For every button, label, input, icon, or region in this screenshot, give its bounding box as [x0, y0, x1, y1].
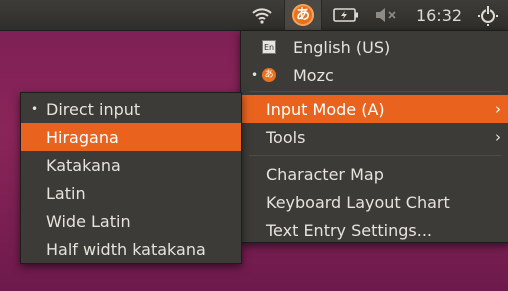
battery-icon — [333, 8, 358, 22]
wifi-indicator[interactable] — [250, 0, 274, 30]
volume-muted-icon — [376, 8, 396, 22]
menu-item-label: Input Mode (A) — [266, 99, 385, 119]
submenu-item-half-width-katakana[interactable]: Half width katakana — [21, 235, 241, 263]
menu-item-input-mode[interactable]: Input Mode (A) › — [241, 95, 508, 123]
submenu-item-hiragana[interactable]: Hiragana — [21, 123, 241, 151]
input-method-menu: En English (US) • あ Mozc Input Mode (A) … — [240, 30, 508, 243]
mozc-icon: あ — [262, 68, 276, 82]
menu-separator — [249, 155, 501, 156]
menu-item-keyboard-layout-chart[interactable]: Keyboard Layout Chart — [241, 188, 508, 216]
english-icon: En — [262, 40, 276, 54]
menu-item-label: Tools — [266, 127, 306, 147]
menu-item-label: Half width katakana — [46, 239, 206, 259]
chevron-right-icon: › — [495, 128, 501, 146]
input-method-indicator[interactable]: あ — [284, 0, 322, 30]
chevron-right-icon: › — [495, 100, 501, 118]
menu-item-text-entry-settings[interactable]: Text Entry Settings... — [241, 216, 508, 244]
input-mode-submenu: • Direct input Hiragana Katakana Latin W… — [20, 92, 242, 264]
wifi-icon — [252, 8, 272, 24]
menu-item-label: Wide Latin — [46, 211, 131, 231]
menu-item-english[interactable]: En English (US) — [241, 33, 508, 61]
clock[interactable]: 16:32 — [412, 0, 466, 30]
menu-item-character-map[interactable]: Character Map — [241, 160, 508, 188]
session-indicator[interactable] — [474, 0, 502, 30]
menu-item-label: Text Entry Settings... — [266, 220, 432, 240]
menu-item-mozc[interactable]: • あ Mozc — [241, 61, 508, 89]
menu-item-label: Latin — [46, 183, 86, 203]
menu-item-label: Mozc — [293, 65, 334, 85]
volume-indicator[interactable] — [372, 0, 402, 30]
submenu-item-katakana[interactable]: Katakana — [21, 151, 241, 179]
menu-item-label: Character Map — [266, 164, 384, 184]
submenu-item-wide-latin[interactable]: Wide Latin — [21, 207, 241, 235]
submenu-item-latin[interactable]: Latin — [21, 179, 241, 207]
menu-item-label: Direct input — [46, 99, 141, 119]
submenu-item-direct-input[interactable]: • Direct input — [21, 95, 241, 123]
selected-bullet-icon: • — [251, 68, 259, 82]
menu-item-label: Hiragana — [46, 127, 119, 147]
menu-item-label: English (US) — [293, 37, 391, 57]
battery-indicator[interactable] — [331, 0, 361, 30]
menu-item-label: Keyboard Layout Chart — [266, 192, 450, 212]
menu-item-tools[interactable]: Tools › — [241, 123, 508, 151]
menu-item-label: Katakana — [46, 155, 121, 175]
power-icon — [478, 6, 498, 26]
selected-bullet-icon: • — [31, 102, 39, 116]
top-panel: あ 16:32 — [0, 0, 508, 31]
menu-separator — [249, 91, 501, 92]
mozc-icon: あ — [292, 4, 314, 26]
